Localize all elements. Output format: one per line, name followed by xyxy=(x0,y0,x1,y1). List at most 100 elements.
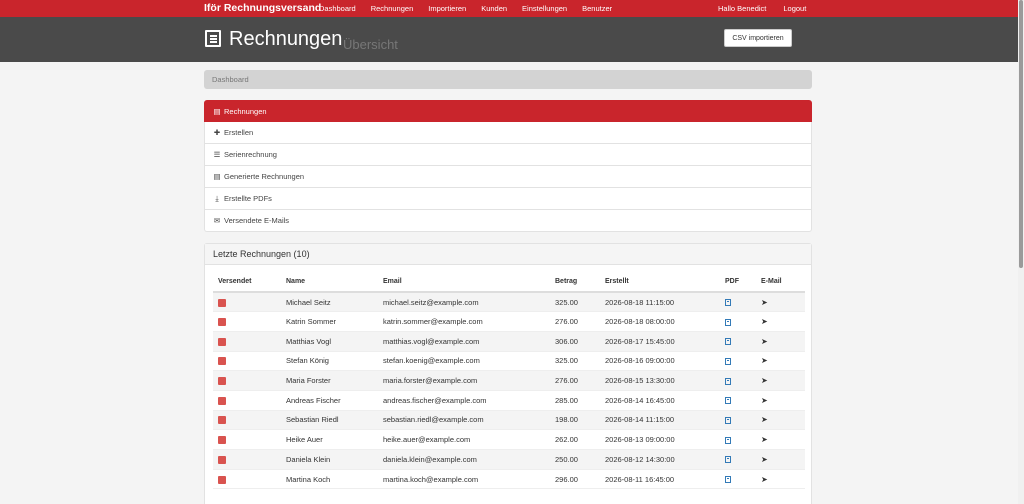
send-icon[interactable]: ➤ xyxy=(761,396,768,405)
scrollbar-thumb[interactable] xyxy=(1019,0,1023,268)
cell-email: matthias.vogl@example.com xyxy=(378,331,550,352)
cell-pdf xyxy=(720,429,756,450)
pdf-icon[interactable] xyxy=(725,476,731,484)
cell-name: Matthias Vogl xyxy=(281,331,378,352)
cell-email-action: ➤ xyxy=(756,429,805,450)
send-icon[interactable]: ➤ xyxy=(761,415,768,424)
nav-links: Dashboard Rechnungen Importieren Kunden … xyxy=(319,4,612,13)
cell-name: Michael Seitz xyxy=(281,292,378,313)
cell-betrag: 276.00 xyxy=(550,311,600,332)
cell-versendet xyxy=(213,292,281,313)
send-icon[interactable]: ➤ xyxy=(761,337,768,346)
nav-link-rechnungen[interactable]: Rechnungen xyxy=(371,4,414,13)
cell-versendet xyxy=(213,351,281,372)
breadcrumb: Dashboard xyxy=(204,70,812,89)
nav-link-benutzer[interactable]: Benutzer xyxy=(582,4,612,13)
page-header: Rechnungen Übersicht CSV importieren xyxy=(0,17,1018,62)
status-not-sent-indicator xyxy=(218,377,226,386)
cell-erstellt: 2026-08-14 11:15:00 xyxy=(600,410,720,431)
table-row: Michael Seitz michael.seitz@example.com 32… xyxy=(213,292,805,313)
status-not-sent-indicator xyxy=(218,475,226,484)
cell-pdf xyxy=(720,351,756,372)
cell-email-action: ➤ xyxy=(756,351,805,372)
menu-item-rechnungen[interactable]: ▤ Rechnungen xyxy=(204,100,812,122)
column-header-name: Name xyxy=(281,272,378,293)
pdf-icon[interactable] xyxy=(725,299,731,307)
menu-item-serienrechnung[interactable]: ☰ Serienrechnung xyxy=(204,144,812,166)
csv-import-button[interactable]: CSV importieren xyxy=(724,29,792,47)
pdf-icon[interactable] xyxy=(725,416,731,424)
send-icon[interactable]: ➤ xyxy=(761,356,768,365)
menu-item-erstellen[interactable]: ✚ Erstellen xyxy=(204,122,812,144)
cell-erstellt: 2026-08-14 16:45:00 xyxy=(600,390,720,411)
nav-user-area: Hallo Benedict Logout xyxy=(718,4,806,13)
recent-invoices-panel: Letzte Rechnungen (10) Versendet Name Em… xyxy=(204,243,812,504)
pdf-icon[interactable] xyxy=(725,456,731,464)
nav-link-kunden[interactable]: Kunden xyxy=(481,4,507,13)
column-header-email: Email xyxy=(378,272,550,293)
send-icon[interactable]: ➤ xyxy=(761,376,768,385)
nav-link-importieren[interactable]: Importieren xyxy=(428,4,466,13)
breadcrumb-dashboard[interactable]: Dashboard xyxy=(212,75,249,84)
cell-email-action: ➤ xyxy=(756,292,805,313)
send-icon[interactable]: ➤ xyxy=(761,435,768,444)
send-icon[interactable]: ➤ xyxy=(761,475,768,484)
user-greeting[interactable]: Hallo Benedict xyxy=(718,4,766,13)
list-icon: ▤ xyxy=(213,106,221,116)
cell-email: martina.koch@example.com xyxy=(378,469,550,490)
list-icon xyxy=(205,30,221,47)
table-row: Sebastian Riedl sebastian.riedl@example.c… xyxy=(213,410,805,431)
logout-link[interactable]: Logout xyxy=(783,4,806,13)
cell-betrag: 325.00 xyxy=(550,292,600,313)
column-header-email-action: E-Mail xyxy=(756,272,805,293)
column-header-betrag: Betrag xyxy=(550,272,600,293)
cell-betrag: 325.00 xyxy=(550,351,600,372)
table-row: Martina Koch martina.koch@example.com 296.… xyxy=(213,469,805,490)
pdf-icon[interactable] xyxy=(725,338,731,346)
menu-item-versendete-emails[interactable]: ✉ Versendete E-Mails xyxy=(204,210,812,232)
pdf-icon[interactable] xyxy=(725,436,731,444)
menu-item-erstellte-pdfs[interactable]: ⤓ Erstellte PDFs xyxy=(204,188,812,210)
cell-erstellt: 2026-08-12 14:30:00 xyxy=(600,449,720,470)
nav-link-dashboard[interactable]: Dashboard xyxy=(319,4,356,13)
menu-item-generierte-rechnungen[interactable]: ▤ Generierte Rechnungen xyxy=(204,166,812,188)
cell-email-action: ➤ xyxy=(756,331,805,352)
cell-email-action: ➤ xyxy=(756,311,805,332)
column-header-versendet: Versendet xyxy=(213,272,281,293)
pdf-icon[interactable] xyxy=(725,397,731,405)
cell-versendet xyxy=(213,331,281,352)
cell-versendet xyxy=(213,311,281,332)
section-menu: ▤ Rechnungen ✚ Erstellen ☰ Serienrechnun… xyxy=(204,100,812,232)
cell-versendet xyxy=(213,429,281,450)
nav-link-einstellungen[interactable]: Einstellungen xyxy=(522,4,567,13)
page-scrollbar[interactable] xyxy=(1018,0,1024,504)
pdf-icon[interactable] xyxy=(725,318,731,326)
cell-pdf xyxy=(720,390,756,411)
invoices-table: Versendet Name Email Betrag Erstellt PDF… xyxy=(213,272,805,490)
pdf-icon[interactable] xyxy=(725,357,731,365)
download-icon: ⤓ xyxy=(215,193,219,203)
plus-icon: ✚ xyxy=(213,128,221,137)
send-icon[interactable]: ➤ xyxy=(761,455,768,464)
cell-erstellt: 2026-08-16 09:00:00 xyxy=(600,351,720,372)
cell-pdf xyxy=(720,292,756,313)
cell-versendet xyxy=(213,469,281,490)
status-not-sent-indicator xyxy=(218,337,226,346)
cell-erstellt: 2026-08-11 16:45:00 xyxy=(600,469,720,490)
cell-versendet xyxy=(213,449,281,470)
cell-versendet xyxy=(213,370,281,391)
send-icon[interactable]: ➤ xyxy=(761,298,768,307)
document-list-icon: ▤ xyxy=(213,172,221,181)
cell-pdf xyxy=(720,370,756,391)
menu-item-label: Versendete E-Mails xyxy=(224,216,290,225)
send-icon[interactable]: ➤ xyxy=(761,317,768,326)
column-header-pdf: PDF xyxy=(720,272,756,293)
cell-pdf xyxy=(720,311,756,332)
pdf-icon[interactable] xyxy=(725,377,731,385)
cell-pdf xyxy=(720,449,756,470)
table-header-row: Versendet Name Email Betrag Erstellt PDF… xyxy=(213,272,805,293)
cell-betrag: 296.00 xyxy=(550,469,600,490)
brand-logo[interactable]: Iför Rechnungsversand xyxy=(204,2,321,14)
cell-betrag: 262.00 xyxy=(550,429,600,450)
page-subtitle: Übersicht xyxy=(343,37,398,52)
